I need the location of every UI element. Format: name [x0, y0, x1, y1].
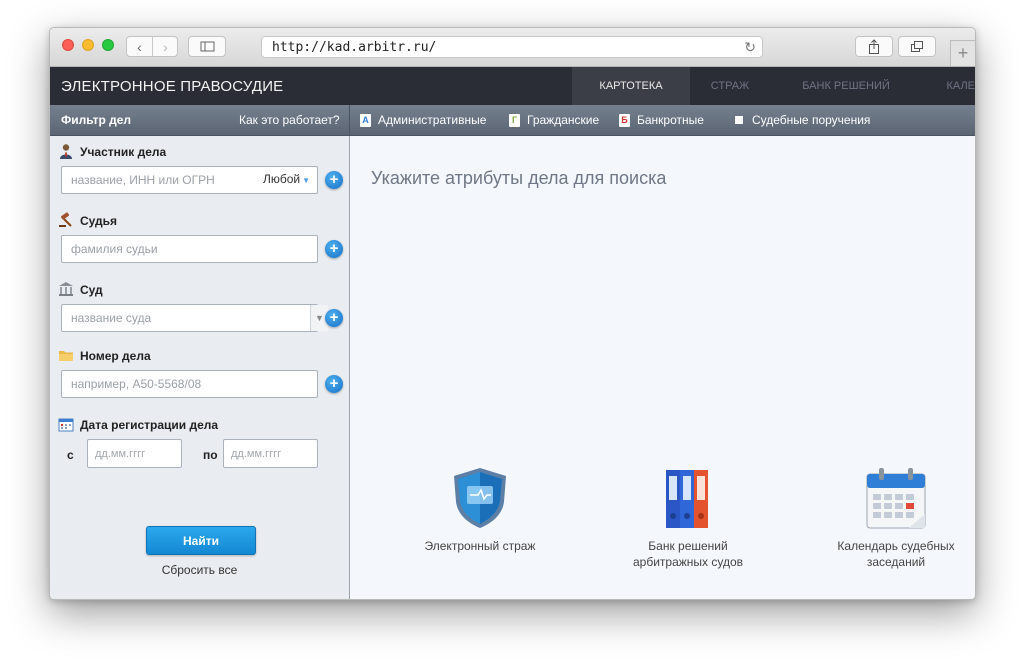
date-from-label: с — [67, 448, 74, 462]
reload-icon[interactable]: ↻ — [744, 39, 756, 56]
feature-court-calendar[interactable]: Календарь судебных заседаний — [826, 466, 966, 570]
date-from-input[interactable] — [87, 439, 182, 468]
history-nav: ‹ › — [126, 36, 178, 57]
category-administrative[interactable]: А Административные — [360, 113, 486, 127]
feature-electronic-guard[interactable]: Электронный страж — [410, 466, 550, 554]
judge-label: Судья — [80, 214, 118, 228]
filter-sidebar: Участник дела Любой▼ + Судья + Суд ▼ + — [50, 136, 350, 599]
calendar-small-icon — [58, 418, 74, 432]
add-judge-button[interactable]: + — [325, 240, 343, 258]
zoom-window-button[interactable] — [102, 39, 114, 51]
category-label: Банкротные — [637, 113, 704, 127]
civil-icon: Г — [509, 113, 520, 127]
site-brand[interactable]: ЭЛЕКТРОННОЕ ПРАВОСУДИЕ — [61, 78, 283, 95]
category-label: Гражданские — [527, 113, 600, 127]
court-input[interactable] — [61, 304, 318, 332]
tab-overview-button[interactable] — [898, 36, 936, 57]
new-tab-button[interactable]: + — [950, 40, 975, 66]
category-court-orders[interactable]: Судебные поручения — [735, 113, 870, 127]
courthouse-icon — [59, 282, 73, 296]
browser-window: ‹ › http://kad.arbitr.ru/ ↻ + ЭЛЕКТРОННО… — [49, 27, 976, 600]
address-bar[interactable]: http://kad.arbitr.ru/ ↻ — [261, 36, 763, 58]
reg-date-label: Дата регистрации дела — [80, 418, 219, 432]
court-label: Суд — [80, 283, 103, 297]
shield-icon — [454, 468, 506, 528]
nav-item-bank-resheniy[interactable]: БАНК РЕШЕНИЙ — [770, 67, 922, 105]
tabs-icon — [911, 41, 923, 52]
add-case-number-button[interactable]: + — [325, 375, 343, 393]
feature-label: Календарь судебных заседаний — [837, 539, 955, 569]
add-court-button[interactable]: + — [325, 309, 343, 327]
category-civil[interactable]: Г Гражданские — [509, 113, 599, 127]
case-number-input[interactable] — [61, 370, 318, 398]
judge-input[interactable] — [61, 235, 318, 263]
sidebar-icon — [200, 41, 215, 52]
date-to-label: по — [203, 448, 218, 462]
case-number-label: Номер дела — [80, 349, 151, 363]
folder-icon — [59, 351, 73, 361]
participant-role-select[interactable]: Любой ▼ — [263, 172, 310, 186]
main-content: Укажите атрибуты дела для поиска Электро… — [350, 136, 975, 599]
court-select[interactable]: ▼ — [61, 304, 328, 332]
feature-label: Банк решений арбитражных судов — [632, 539, 744, 569]
top-nav: КАРТОТЕКА СТРАЖ БАНК РЕШЕНИЙ КАЛЕ — [572, 67, 975, 105]
chevron-right-icon: › — [163, 38, 168, 55]
sidebar-toggle-button[interactable] — [188, 36, 226, 57]
plus-icon: + — [957, 43, 969, 63]
court-orders-icon — [735, 116, 743, 124]
date-to-input[interactable] — [223, 439, 318, 468]
nav-item-strazh[interactable]: СТРАЖ — [690, 67, 770, 105]
close-window-button[interactable] — [62, 39, 74, 51]
how-it-works-link[interactable]: Как это работает? — [239, 113, 340, 127]
share-button[interactable] — [855, 36, 893, 57]
feature-decisions-bank[interactable]: Банк решений арбитражных судов — [618, 466, 758, 570]
url-text: http://kad.arbitr.ru/ — [272, 40, 437, 55]
participant-label: Участник дела — [80, 145, 167, 159]
participant-role-value: Любой — [263, 172, 301, 186]
browser-toolbar: ‹ › http://kad.arbitr.ru/ ↻ + — [50, 28, 975, 67]
forward-button[interactable]: › — [153, 37, 178, 56]
binders-icon — [666, 470, 708, 528]
person-icon — [60, 144, 72, 159]
calendar-icon — [866, 468, 926, 529]
minimize-window-button[interactable] — [82, 39, 94, 51]
filter-bar: Фильтр дел Как это работает? А Администр… — [50, 105, 975, 136]
nav-item-kartoteka[interactable]: КАРТОТЕКА — [572, 67, 690, 105]
category-label: Судебные поручения — [752, 113, 871, 127]
feature-label: Электронный страж — [424, 539, 536, 553]
category-label: Административные — [378, 113, 487, 127]
reset-all-link[interactable]: Сбросить все — [50, 563, 349, 577]
gavel-icon — [59, 212, 72, 227]
find-button[interactable]: Найти — [146, 526, 256, 555]
back-button[interactable]: ‹ — [127, 37, 152, 56]
chevron-left-icon: ‹ — [137, 38, 142, 55]
filter-title: Фильтр дел — [61, 113, 132, 127]
bankruptcy-icon: Б — [619, 113, 630, 127]
nav-item-calendar[interactable]: КАЛЕ — [922, 67, 975, 105]
administrative-icon: А — [360, 113, 371, 127]
site-header: ЭЛЕКТРОННОЕ ПРАВОСУДИЕ КАРТОТЕКА СТРАЖ Б… — [50, 67, 975, 105]
category-bankruptcy[interactable]: Б Банкротные — [619, 113, 704, 127]
add-participant-button[interactable]: + — [325, 171, 343, 189]
search-prompt: Укажите атрибуты дела для поиска — [371, 168, 667, 188]
share-icon — [869, 39, 879, 54]
chevron-down-icon: ▼ — [302, 176, 311, 185]
